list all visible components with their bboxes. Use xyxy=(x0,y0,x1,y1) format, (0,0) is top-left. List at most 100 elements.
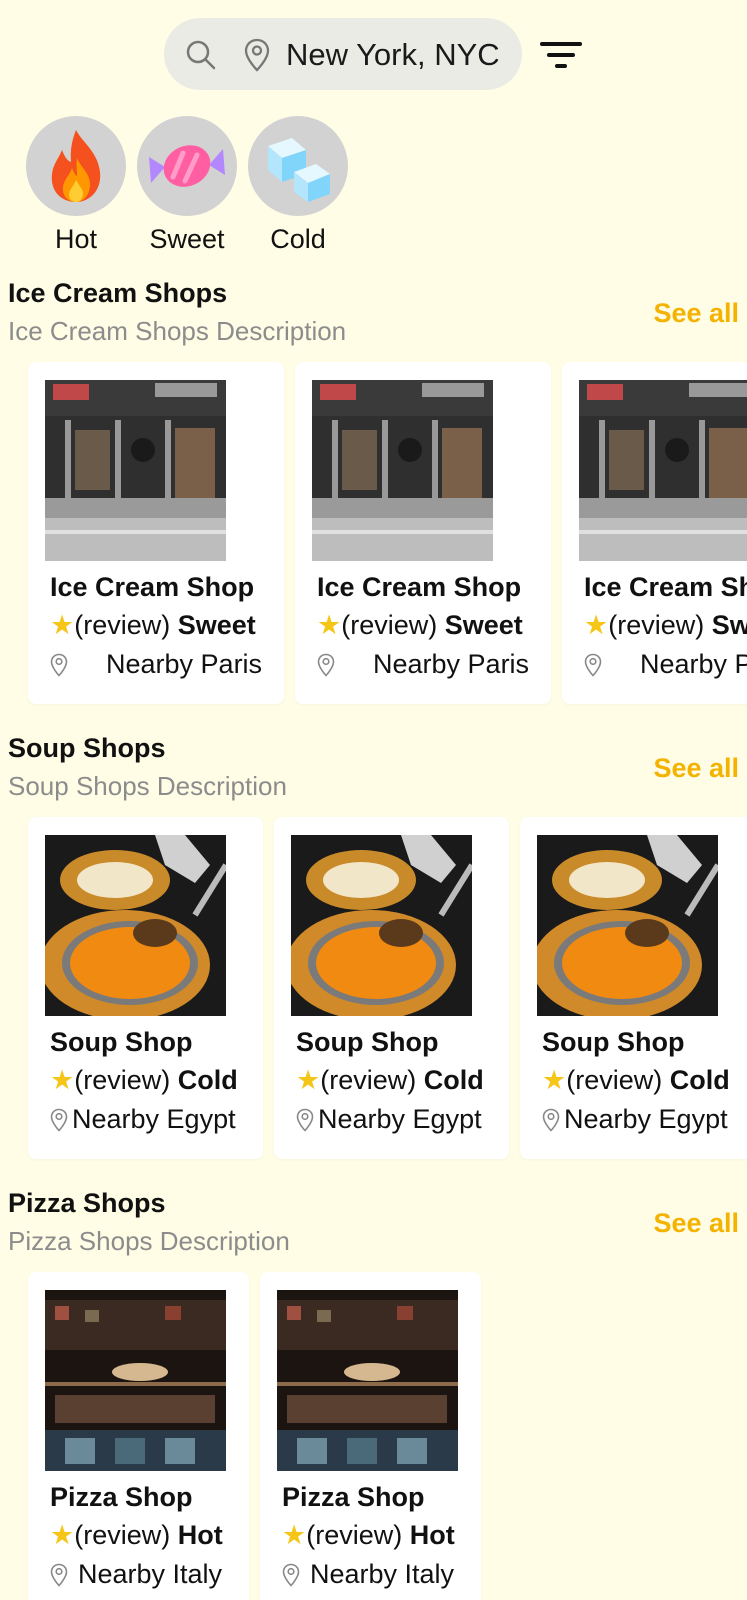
review-text: (review) xyxy=(74,610,171,640)
search-input[interactable] xyxy=(286,36,514,74)
shop-image xyxy=(291,835,472,1016)
shop-location: Nearby Italy xyxy=(50,1559,222,1590)
shop-rating: ★(review) Cold xyxy=(542,1065,730,1096)
shop-tag: Sweet xyxy=(711,610,747,640)
category-label: Hot xyxy=(54,224,98,254)
star-icon: ★ xyxy=(317,610,342,640)
shop-rating: ★(review) Sweet xyxy=(317,610,523,641)
location-pin-icon xyxy=(317,653,335,677)
shop-image xyxy=(537,835,718,1016)
star-icon: ★ xyxy=(50,1520,75,1550)
section-description: Soup Shops Description xyxy=(8,771,287,801)
candy-icon xyxy=(137,116,237,216)
shop-location: Nearby Paris xyxy=(317,649,529,680)
ice-cube-icon xyxy=(248,116,348,216)
shop-image xyxy=(45,835,226,1016)
filter-icon[interactable] xyxy=(540,40,584,70)
shop-name: Soup Shop xyxy=(542,1027,685,1057)
shop-name: Ice Cream Shop xyxy=(50,572,255,602)
location-text: Nearby Paris xyxy=(640,649,747,679)
shop-rating: ★(review) Hot xyxy=(50,1520,223,1551)
location-text: Nearby Paris xyxy=(373,649,530,679)
shop-image xyxy=(312,380,493,561)
location-pin-icon xyxy=(50,1108,68,1132)
review-text: (review) xyxy=(74,1065,171,1095)
category-label: Sweet xyxy=(149,224,225,254)
see-all-button[interactable]: See all xyxy=(653,753,739,784)
shop-image xyxy=(45,380,226,561)
section-pizza-shops: Pizza Shops Pizza Shops Description See … xyxy=(0,1188,747,1600)
shop-card-list: Pizza Shop ★(review) Hot Nearby Italy Pi… xyxy=(28,1272,481,1600)
search-bar[interactable] xyxy=(164,18,522,90)
shop-tag: Sweet xyxy=(444,610,523,640)
section-title: Ice Cream Shops xyxy=(8,278,228,308)
shop-card[interactable]: Soup Shop ★(review) Cold Nearby Egypt xyxy=(28,817,263,1159)
section-description: Ice Cream Shops Description xyxy=(8,316,347,346)
location-pin-icon xyxy=(282,1563,300,1587)
shop-card[interactable]: Ice Cream Shop ★(review) Sweet Nearby Pa… xyxy=(28,362,284,704)
shop-image xyxy=(45,1290,226,1471)
review-text: (review) xyxy=(341,610,438,640)
location-pin-icon xyxy=(50,1563,68,1587)
section-soup-shops: Soup Shops Soup Shops Description See al… xyxy=(0,733,747,1173)
shop-name: Pizza Shop xyxy=(50,1482,193,1512)
star-icon: ★ xyxy=(50,1065,75,1095)
shop-card[interactable]: Pizza Shop ★(review) Hot Nearby Italy xyxy=(260,1272,481,1600)
shop-name: Ice Cream Shop xyxy=(317,572,522,602)
shop-location: Nearby Egypt xyxy=(542,1104,728,1135)
see-all-button[interactable]: See all xyxy=(653,298,739,329)
section-description: Pizza Shops Description xyxy=(8,1226,290,1256)
review-text: (review) xyxy=(608,610,705,640)
shop-location: Nearby Egypt xyxy=(50,1104,236,1135)
location-pin-icon xyxy=(542,1108,560,1132)
shop-card[interactable]: Pizza Shop ★(review) Hot Nearby Italy xyxy=(28,1272,249,1600)
shop-name: Pizza Shop xyxy=(282,1482,425,1512)
shop-location: Nearby Italy xyxy=(282,1559,454,1590)
location-pin-icon xyxy=(296,1108,314,1132)
shop-tag: Cold xyxy=(177,1065,238,1095)
shop-card[interactable]: Soup Shop ★(review) Cold Nearby Egypt xyxy=(274,817,509,1159)
shop-tag: Hot xyxy=(409,1520,455,1550)
shop-name: Soup Shop xyxy=(50,1027,193,1057)
star-icon: ★ xyxy=(584,610,609,640)
review-text: (review) xyxy=(74,1520,171,1550)
see-all-button[interactable]: See all xyxy=(653,1208,739,1239)
shop-location: Nearby Paris xyxy=(584,649,747,680)
shop-name: Soup Shop xyxy=(296,1027,439,1057)
shop-tag: Cold xyxy=(669,1065,730,1095)
star-icon: ★ xyxy=(50,610,75,640)
star-icon: ★ xyxy=(296,1065,321,1095)
location-text: Nearby Italy xyxy=(310,1559,455,1589)
shop-rating: ★(review) Sweet xyxy=(50,610,256,641)
review-text: (review) xyxy=(566,1065,663,1095)
shop-name: Ice Cream Shop xyxy=(584,572,747,602)
section-title: Soup Shops xyxy=(8,733,166,763)
location-pin-icon xyxy=(244,38,270,72)
fire-icon xyxy=(26,116,126,216)
star-icon: ★ xyxy=(282,1520,307,1550)
category-sweet[interactable]: Sweet xyxy=(137,116,237,255)
section-ice-cream-shops: Ice Cream Shops Ice Cream Shops Descript… xyxy=(0,278,747,718)
shop-card[interactable]: Ice Cream Shop ★(review) Sweet Nearby Pa… xyxy=(295,362,551,704)
location-pin-icon xyxy=(584,653,602,677)
shop-tag: Cold xyxy=(423,1065,484,1095)
shop-card[interactable]: Soup Shop ★(review) Cold Nearby Egypt xyxy=(520,817,747,1159)
shop-card-list: Soup Shop ★(review) Cold Nearby Egypt So… xyxy=(28,817,747,1159)
review-text: (review) xyxy=(306,1520,403,1550)
location-text: Nearby Paris xyxy=(106,649,263,679)
category-cold[interactable]: Cold xyxy=(248,116,348,255)
shop-rating: ★(review) Cold xyxy=(296,1065,484,1096)
star-icon: ★ xyxy=(542,1065,567,1095)
category-hot[interactable]: Hot xyxy=(26,116,126,255)
location-text: Nearby Egypt xyxy=(318,1104,482,1134)
shop-card[interactable]: Ice Cream Shop ★(review) Sweet Nearby Pa… xyxy=(562,362,747,704)
search-icon[interactable] xyxy=(184,38,218,72)
shop-image xyxy=(277,1290,458,1471)
category-list: Hot Sweet Cold xyxy=(26,116,348,255)
section-title: Pizza Shops xyxy=(8,1188,166,1218)
location-pin-icon xyxy=(50,653,68,677)
shop-tag: Sweet xyxy=(177,610,256,640)
shop-location: Nearby Paris xyxy=(50,649,262,680)
shop-location: Nearby Egypt xyxy=(296,1104,482,1135)
location-text: Nearby Egypt xyxy=(72,1104,236,1134)
